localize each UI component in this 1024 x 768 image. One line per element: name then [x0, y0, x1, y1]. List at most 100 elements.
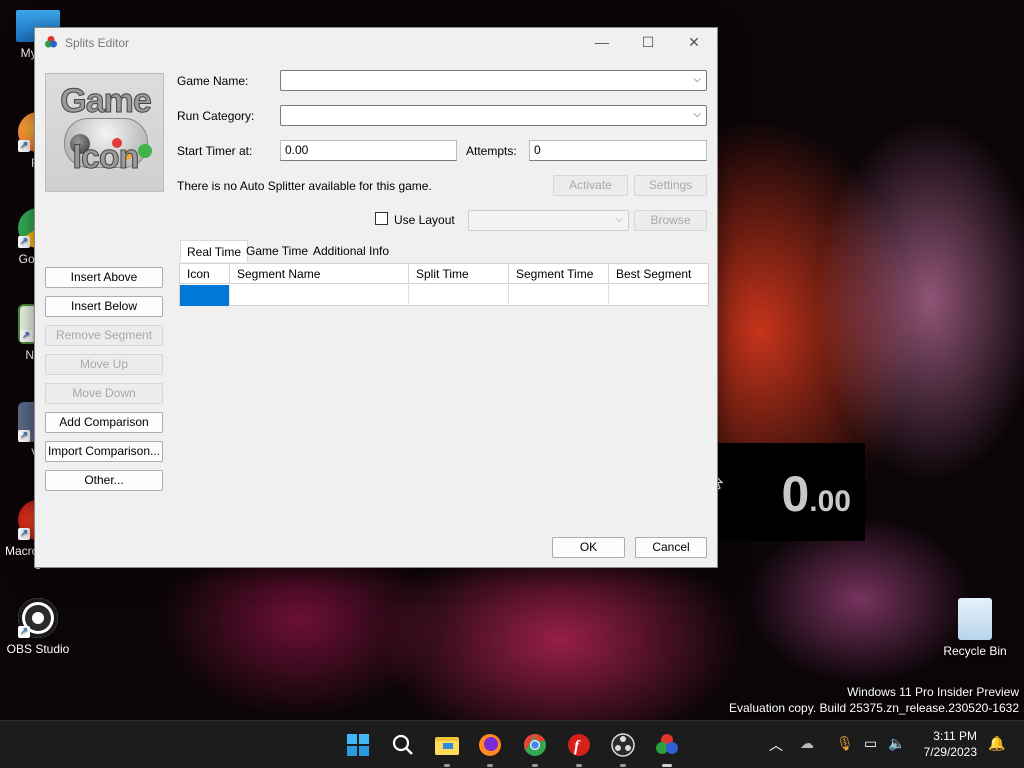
browse-button[interactable]: Browse	[634, 210, 707, 231]
close-icon: ✕	[688, 34, 700, 50]
close-button[interactable]: ✕	[671, 28, 717, 57]
file-explorer-icon	[435, 737, 459, 755]
table-row-cell-icon-selected[interactable]	[180, 285, 230, 306]
tab-real-time[interactable]: Real Time	[180, 240, 249, 262]
windows-watermark: Windows 11 Pro Insider Preview Evaluatio…	[729, 684, 1019, 716]
clock-time: 3:11 PM	[933, 729, 977, 743]
desktop-icon-label: OBS Studio	[6, 642, 70, 656]
title-bar[interactable]: Splits Editor — ☐ ✕	[35, 28, 717, 57]
taskbar-file-explorer[interactable]	[431, 729, 463, 767]
maximize-icon: ☐	[641, 34, 655, 50]
clock[interactable]: 3:11 PM 7/29/2023	[924, 728, 977, 760]
running-indicator	[662, 764, 672, 767]
running-indicator	[620, 764, 626, 767]
run-category-label: Run Category:	[177, 109, 255, 123]
timer-display: 0.00	[781, 465, 851, 523]
add-comparison-button[interactable]: Add Comparison	[45, 412, 163, 433]
desktop-icon-obs[interactable]: ↗ OBS Studio	[0, 598, 76, 656]
livesplit-icon	[656, 734, 678, 754]
running-indicator	[576, 764, 582, 767]
column-header-icon[interactable]: Icon	[180, 264, 230, 284]
use-layout-checkbox[interactable]	[375, 212, 388, 225]
table-row-cell-segment-name[interactable]	[230, 285, 409, 306]
running-indicator	[487, 764, 493, 767]
timer-seconds: 0	[781, 466, 810, 522]
obs-icon	[611, 733, 635, 757]
watermark-line-1: Windows 11 Pro Insider Preview	[847, 685, 1019, 699]
game-icon-word-1: Game	[60, 82, 153, 121]
ok-button[interactable]: OK	[552, 537, 625, 558]
taskbar-firefox[interactable]	[474, 729, 506, 767]
obs-icon: ↗	[18, 598, 58, 638]
flash-icon: f	[568, 734, 590, 756]
tab-game-time[interactable]: Game Time	[240, 240, 314, 262]
start-icon	[347, 734, 369, 756]
activate-button[interactable]: Activate	[553, 175, 628, 196]
search-icon	[392, 734, 413, 755]
microphone-icon[interactable]: 🎙	[836, 735, 854, 752]
game-name-combobox[interactable]: ⌵	[280, 70, 707, 91]
start-timer-label: Start Timer at:	[177, 144, 253, 158]
move-down-button[interactable]: Move Down	[45, 383, 163, 404]
game-name-label: Game Name:	[177, 74, 249, 88]
table-row-cell-best-segment[interactable]	[609, 285, 708, 306]
taskbar-obs[interactable]	[607, 729, 639, 767]
clock-date: 7/29/2023	[923, 745, 977, 759]
search-button[interactable]	[387, 729, 419, 761]
timer-fraction: .00	[809, 485, 851, 518]
watermark-line-2: Evaluation copy. Build 25375.zn_release.…	[729, 701, 1019, 715]
chevron-down-icon[interactable]: ⌵	[615, 214, 623, 225]
notification-icon[interactable]: 🔔	[988, 735, 1005, 752]
chevron-down-icon[interactable]: ⌵	[693, 74, 701, 85]
livesplit-icon	[45, 36, 57, 48]
maximize-button[interactable]: ☐	[625, 28, 671, 57]
firefox-icon	[479, 734, 501, 756]
chrome-icon	[524, 734, 546, 756]
recycle-bin-icon	[958, 598, 992, 640]
game-icon-picture[interactable]: Game Icon	[45, 73, 164, 192]
auto-splitter-status: There is no Auto Splitter available for …	[177, 179, 432, 193]
cloud-icon[interactable]: ☁	[800, 735, 814, 752]
chevron-down-icon[interactable]: ⌵	[693, 109, 701, 120]
livesplit-timer[interactable]: 0.00	[718, 443, 865, 541]
insert-above-button[interactable]: Insert Above	[45, 267, 163, 288]
chevron-up-icon[interactable]: ︿	[769, 735, 783, 755]
desktop-icon-recycle-bin[interactable]: Recycle Bin	[937, 598, 1013, 658]
start-timer-input[interactable]: 0.00	[280, 140, 457, 161]
minimize-icon: —	[595, 34, 609, 50]
run-category-combobox[interactable]: ⌵	[280, 105, 707, 126]
table-row-cell-segment-time[interactable]	[509, 285, 609, 306]
layout-combobox[interactable]: ⌵	[468, 210, 629, 231]
running-indicator	[444, 764, 450, 767]
remove-segment-button[interactable]: Remove Segment	[45, 325, 163, 346]
taskbar: f ︿ ☁ 🎙 ▭ 🔈 3:11 PM 7/29/2023 🔔	[0, 720, 1024, 768]
table-row-cell-split-time[interactable]	[409, 285, 509, 306]
segments-grid[interactable]: Icon Segment Name Split Time Segment Tim…	[179, 263, 709, 306]
import-comparison-button[interactable]: Import Comparison...	[45, 441, 163, 462]
desktop-icon-label: Recycle Bin	[943, 644, 1007, 658]
network-icon[interactable]: ▭	[864, 735, 877, 752]
column-header-best-segment[interactable]: Best Segment	[609, 264, 708, 284]
window-title: Splits Editor	[65, 36, 130, 50]
taskbar-flash[interactable]: f	[563, 729, 595, 767]
tab-additional-info[interactable]: Additional Info	[307, 240, 395, 262]
other-button[interactable]: Other...	[45, 470, 163, 491]
insert-below-button[interactable]: Insert Below	[45, 296, 163, 317]
minimize-button[interactable]: —	[579, 28, 625, 57]
use-layout-label[interactable]: Use Layout	[394, 213, 455, 227]
cancel-button[interactable]: Cancel	[635, 537, 707, 558]
column-header-split-time[interactable]: Split Time	[409, 264, 509, 284]
attempts-label: Attempts:	[466, 144, 517, 158]
attempts-input[interactable]: 0	[529, 140, 707, 161]
splits-editor-window: Splits Editor — ☐ ✕ Game Icon Game Name:…	[34, 27, 718, 568]
taskbar-chrome[interactable]	[519, 729, 551, 767]
settings-button[interactable]: Settings	[634, 175, 707, 196]
column-header-segment-time[interactable]: Segment Time	[509, 264, 609, 284]
running-indicator	[532, 764, 538, 767]
move-up-button[interactable]: Move Up	[45, 354, 163, 375]
taskbar-livesplit[interactable]	[651, 729, 683, 767]
volume-icon[interactable]: 🔈	[888, 735, 905, 752]
game-icon-word-2: Icon	[72, 138, 140, 177]
start-button[interactable]	[342, 729, 374, 761]
column-header-segment-name[interactable]: Segment Name	[230, 264, 409, 284]
